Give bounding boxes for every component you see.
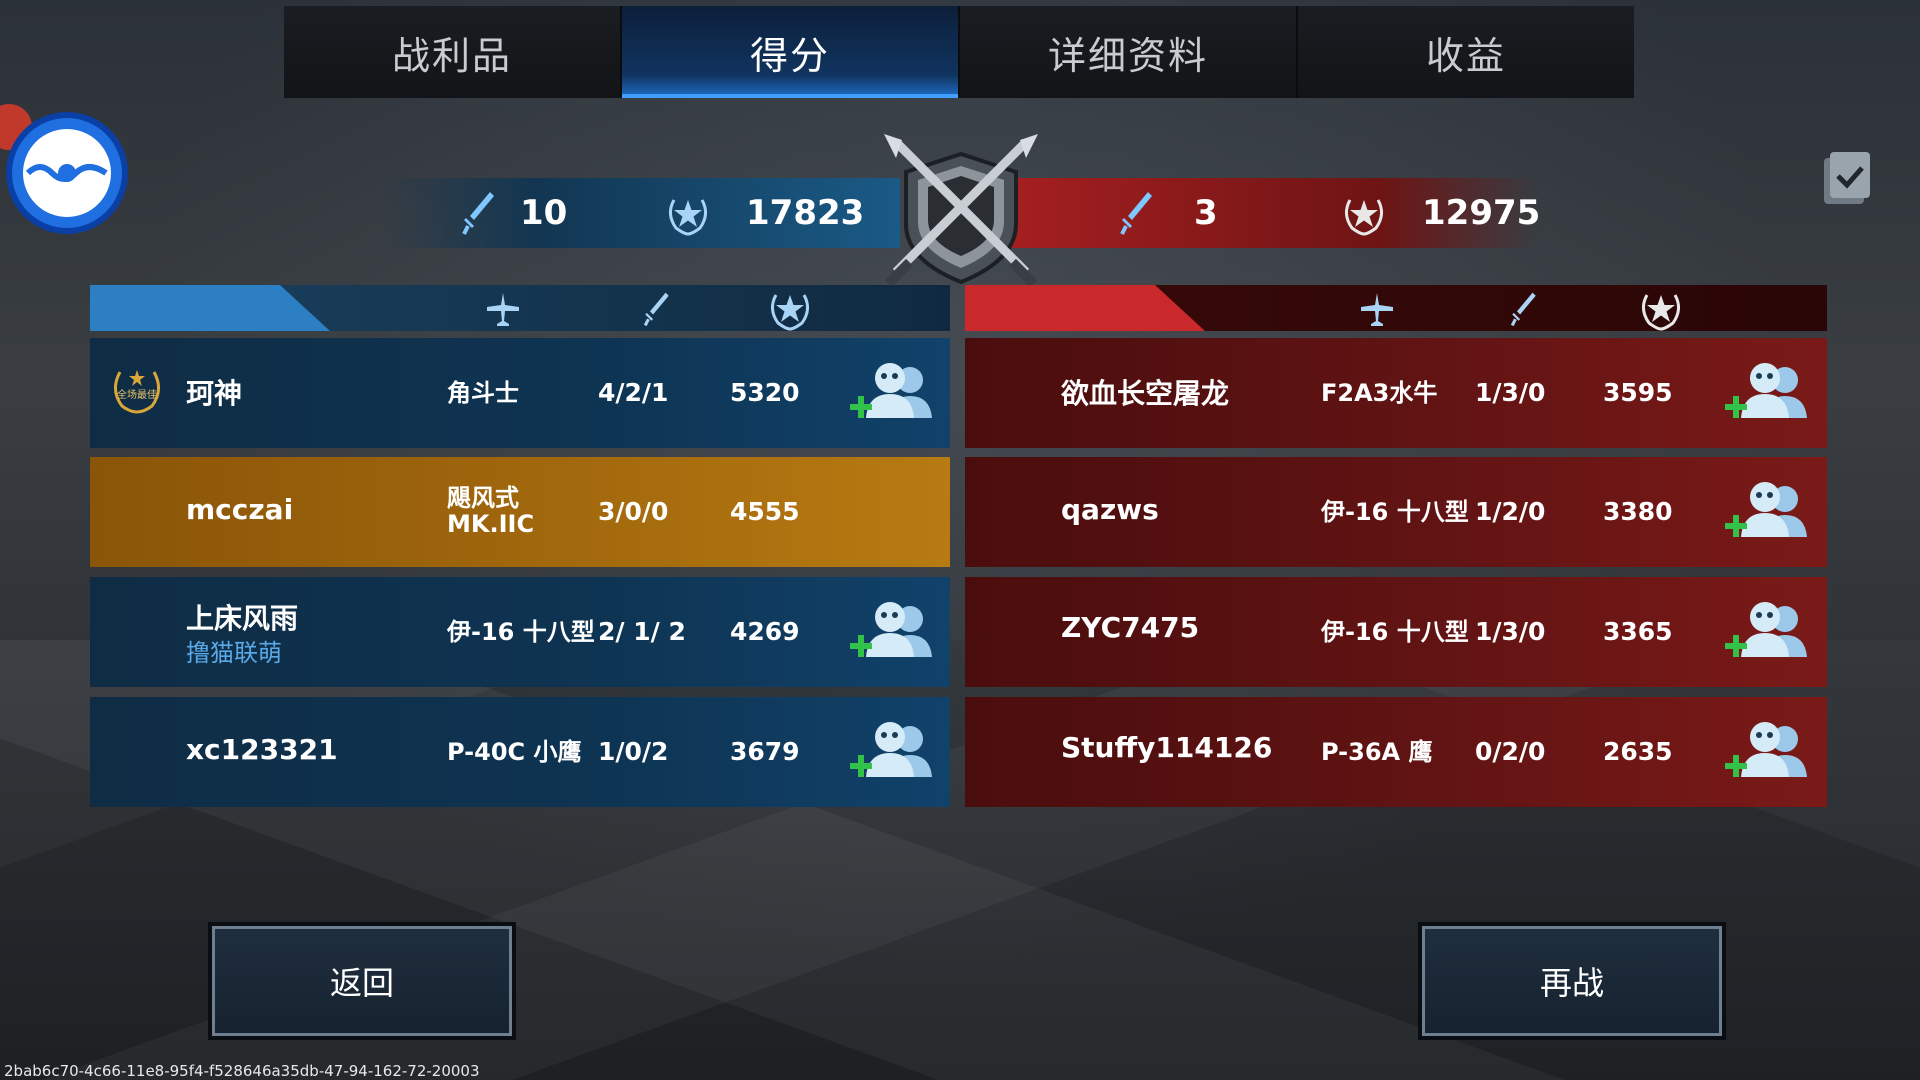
tab-earnings[interactable]: 收益	[1298, 6, 1634, 98]
add-friend-icon[interactable]	[848, 360, 940, 422]
rematch-button[interactable]: 再战	[1422, 926, 1722, 1036]
player-score: 3380	[1603, 497, 1673, 526]
red-team-header	[965, 285, 1827, 331]
session-id-text: 2bab6c70-4c66-11e8-95f4-f528646a35db-47-…	[4, 1062, 480, 1080]
sword-icon	[462, 192, 494, 235]
add-friend-icon[interactable]	[848, 599, 940, 661]
plane-icon	[487, 293, 519, 326]
red-player-row[interactable]: qazws 伊-16 十八型 1/2/0 3380	[965, 457, 1827, 567]
sword-icon	[643, 292, 669, 327]
crossed-swords-shield-emblem	[884, 134, 1038, 288]
player-plane: 角斗士	[447, 379, 519, 407]
tab-loot[interactable]: 战利品	[284, 6, 622, 98]
tab-details[interactable]: 详细资料	[960, 6, 1298, 98]
blue-team-tab	[90, 285, 330, 331]
player-plane: F2A3水牛	[1321, 379, 1438, 407]
plane-icon	[1361, 293, 1393, 326]
player-kda: 1/3/0	[1475, 378, 1546, 407]
player-name: qazws	[1061, 493, 1159, 526]
player-kda: 1/2/0	[1475, 497, 1546, 526]
red-player-row[interactable]: ZYC7475 伊-16 十八型 1/3/0 3365	[965, 577, 1827, 687]
player-score: 4269	[730, 617, 800, 646]
player-guild: 撸猫联萌	[186, 639, 282, 667]
player-name: mcczai	[186, 493, 294, 526]
player-name: ZYC7475	[1061, 611, 1200, 644]
player-name: xc123321	[186, 733, 338, 766]
laurel-star-icon	[669, 199, 707, 236]
red-player-row[interactable]: 欲血长空屠龙 F2A3水牛 1/3/0 3595	[965, 338, 1827, 448]
player-plane: 伊-16 十八型	[447, 618, 595, 646]
clipboard-check-icon[interactable]	[1820, 148, 1874, 208]
laurel-star-icon	[1642, 294, 1680, 331]
red-score-total: 12975	[1422, 193, 1541, 233]
player-score: 5320	[730, 378, 800, 407]
player-plane: 伊-16 十八型	[1321, 498, 1469, 526]
red-team-tab	[965, 285, 1205, 331]
sword-icon	[1120, 192, 1152, 235]
player-kda: 1/3/0	[1475, 617, 1546, 646]
player-score: 4555	[730, 497, 800, 526]
floating-assistant-icon	[23, 129, 111, 217]
back-button[interactable]: 返回	[212, 926, 512, 1036]
blue-player-row[interactable]: 全场最佳 珂神 角斗士 4/2/1 5320	[90, 338, 950, 448]
player-kda: 3/0/0	[598, 497, 669, 526]
player-plane: P-40C 小鹰	[447, 738, 582, 766]
player-plane: 伊-16 十八型	[1321, 618, 1469, 646]
add-friend-icon[interactable]	[848, 719, 940, 781]
player-kda: 2/ 1/ 2	[598, 617, 686, 646]
player-kda: 1/0/2	[598, 737, 669, 766]
player-name: Stuffy114126	[1061, 731, 1273, 764]
floating-assistant-button[interactable]	[6, 112, 128, 234]
add-friend-icon[interactable]	[1723, 360, 1815, 422]
blue-kills-total: 10	[520, 193, 568, 233]
player-name: 珂神	[186, 377, 243, 410]
add-friend-icon[interactable]	[1723, 719, 1815, 781]
red-kills-total: 3	[1194, 193, 1218, 233]
add-friend-icon[interactable]	[1723, 599, 1815, 661]
self-player-row[interactable]: mcczai 飓风式 MK.IIC 3/0/0 4555	[90, 457, 950, 567]
player-kda: 0/2/0	[1475, 737, 1546, 766]
player-score: 3595	[1603, 378, 1673, 407]
blue-score-total: 17823	[746, 193, 865, 233]
blue-team-header	[90, 285, 950, 331]
player-kda: 4/2/1	[598, 378, 669, 407]
laurel-star-icon	[771, 294, 809, 331]
tab-bar: 战利品 得分 详细资料 收益	[284, 6, 1634, 98]
tab-score[interactable]: 得分	[622, 6, 960, 98]
player-name: 上床风雨	[186, 602, 299, 635]
player-plane: 飓风式 MK.IIC	[447, 484, 535, 538]
player-score: 3365	[1603, 617, 1673, 646]
add-friend-icon[interactable]	[1723, 479, 1815, 541]
blue-player-row[interactable]: xc123321 P-40C 小鹰 1/0/2 3679	[90, 697, 950, 807]
player-name: 欲血长空屠龙	[1061, 377, 1230, 410]
blue-player-row[interactable]: 上床风雨 撸猫联萌 伊-16 十八型 2/ 1/ 2 4269	[90, 577, 950, 687]
laurel-star-icon	[1345, 199, 1383, 236]
mvp-laurel-badge: 全场最佳	[114, 370, 160, 414]
player-plane: P-36A 鹰	[1321, 738, 1433, 766]
player-score: 3679	[730, 737, 800, 766]
sword-icon	[1510, 292, 1536, 327]
mvp-label: 全场最佳	[117, 388, 157, 401]
player-score: 2635	[1603, 737, 1673, 766]
red-player-row[interactable]: Stuffy114126 P-36A 鹰 0/2/0 2635	[965, 697, 1827, 807]
